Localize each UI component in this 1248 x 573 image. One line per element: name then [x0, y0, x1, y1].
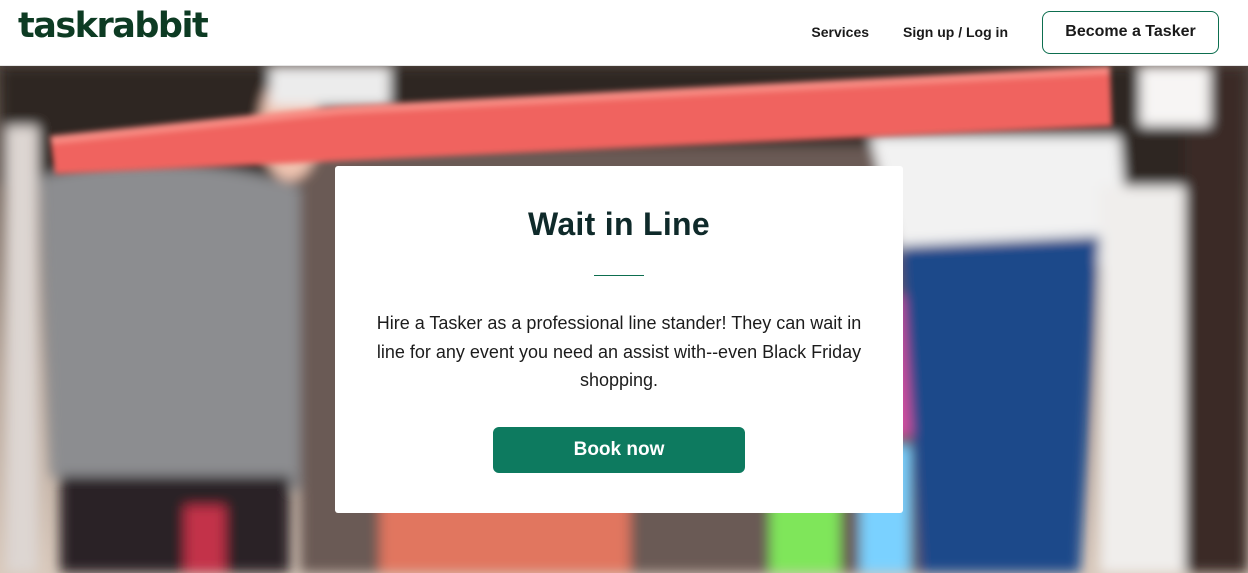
service-description: Hire a Tasker as a professional line sta…: [376, 313, 862, 390]
book-now-button[interactable]: Book now: [493, 427, 745, 473]
service-card: Wait in Line Hire a Tasker as a professi…: [335, 166, 903, 513]
taskrabbit-logo[interactable]: taskrabbit: [18, 4, 209, 48]
nav-services-link[interactable]: Services: [811, 24, 869, 40]
main-nav: Services Sign up / Log in Become a Taske…: [811, 0, 1248, 64]
service-title: Wait in Line: [528, 206, 710, 242]
nav-signup-login-link[interactable]: Sign up / Log in: [903, 24, 1008, 40]
title-divider: [594, 275, 644, 276]
become-tasker-button[interactable]: Become a Tasker: [1042, 10, 1219, 54]
site-header: taskrabbit Services Sign up / Log in Bec…: [0, 0, 1248, 66]
